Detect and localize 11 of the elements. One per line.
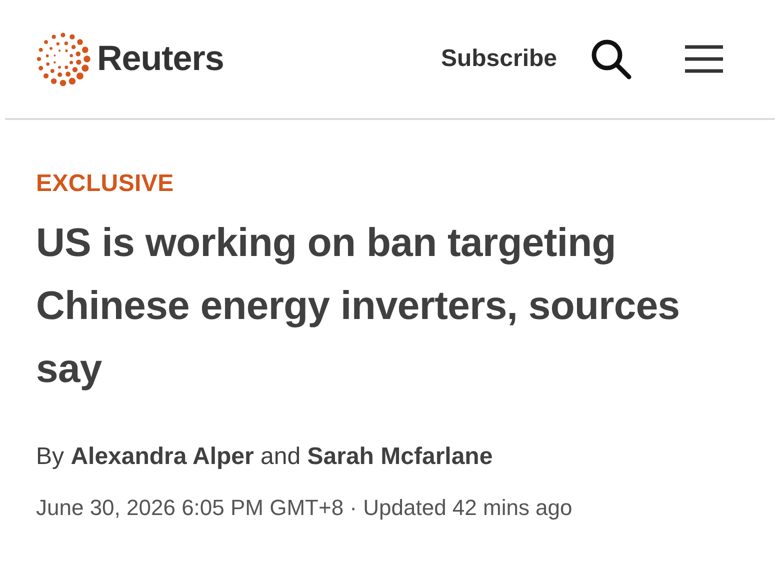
- logo-icon: [35, 31, 91, 87]
- search-button[interactable]: [589, 37, 633, 81]
- dateline: June 30, 2026 6:05 PM GMT+8 · Updated 42 mins ago: [36, 495, 572, 521]
- byline: By Alexandra Alper and Sarah Mcfarlane: [36, 443, 493, 471]
- search-icon: [589, 37, 633, 81]
- headline: US is working on ban targeting Chinese energy inverters, sources say: [36, 220, 681, 393]
- section-label: EXCLUSIVE: [36, 170, 174, 198]
- logo-text[interactable]: Reuters: [97, 39, 224, 79]
- menu-button[interactable]: [685, 45, 723, 73]
- subscribe-link[interactable]: Subscribe: [440, 45, 557, 73]
- menu-icon: [685, 45, 723, 73]
